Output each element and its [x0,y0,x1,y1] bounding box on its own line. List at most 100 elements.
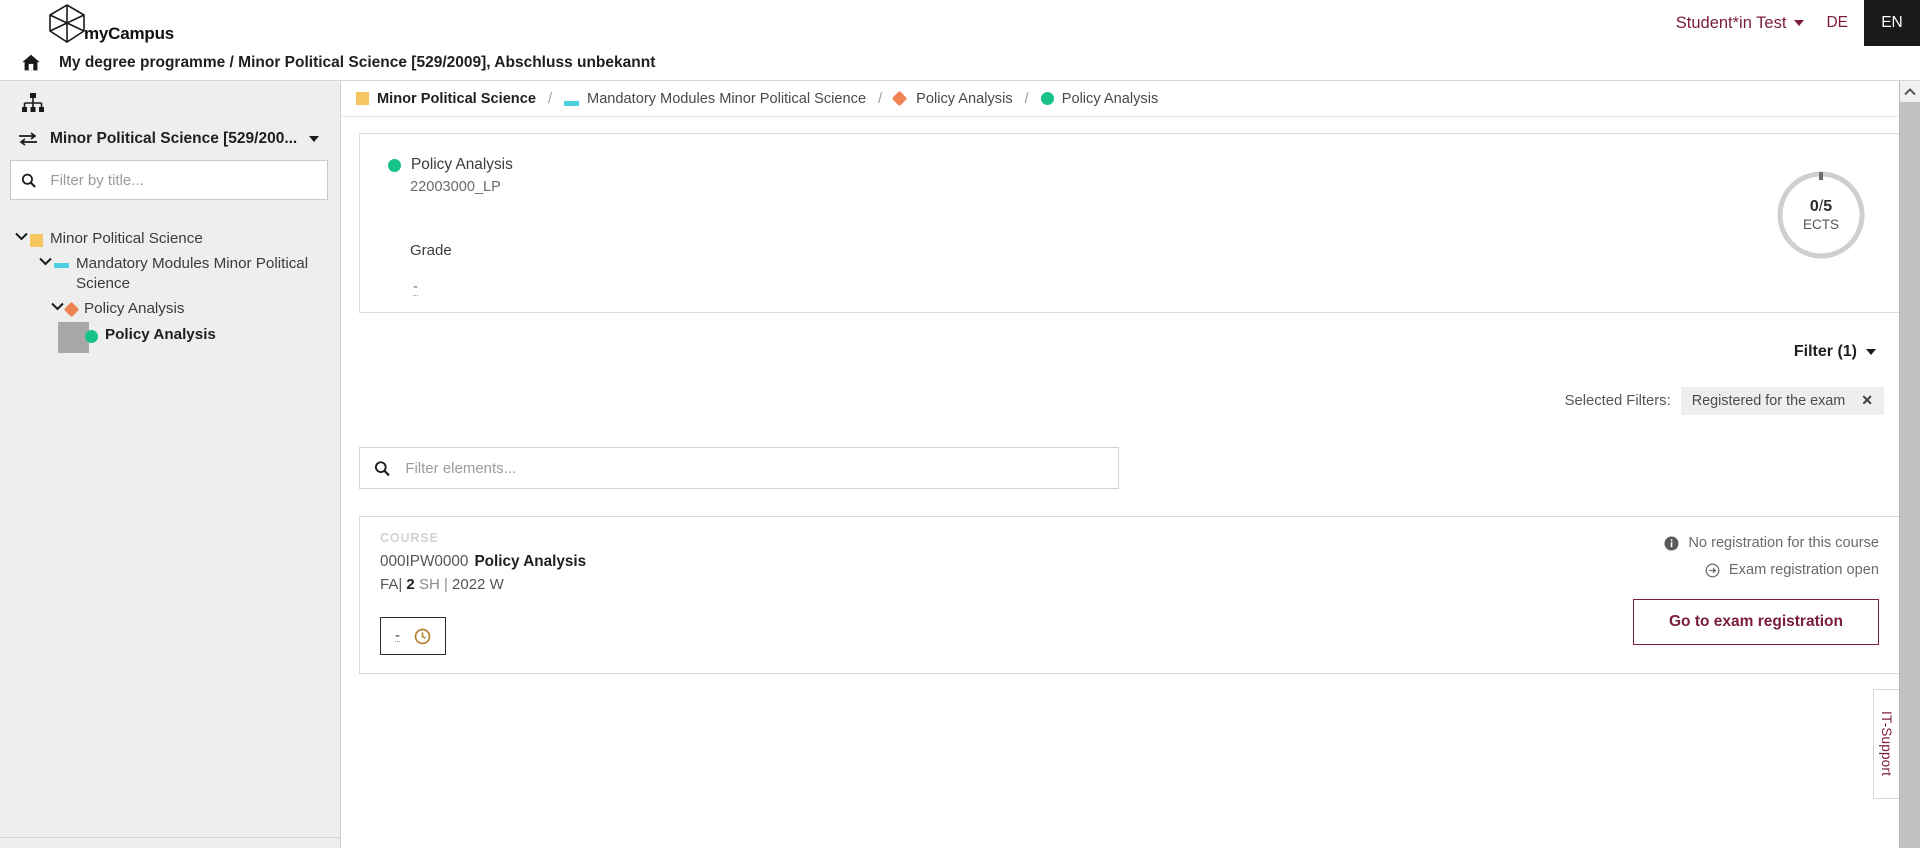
language-en-button[interactable]: EN [1864,0,1920,46]
programme-tree: Minor Political Science Mandatory Module… [0,226,340,837]
content-breadcrumb-item-3[interactable]: Policy Analysis [891,90,1013,107]
cyan-dash-icon [564,100,580,106]
course-card: COURSE 000IPW0000 Policy Analysis FA| 2 S… [359,516,1902,674]
content-breadcrumb-item-2[interactable]: Mandatory Modules Minor Political Scienc… [564,91,866,107]
close-icon[interactable]: ✕ [1861,392,1873,409]
arrow-right-circle-icon [1705,563,1720,577]
module-info-card: Policy Analysis 22003000_LP Grade - 0/5 … [359,133,1902,313]
search-icon [374,460,390,476]
yellow-square-icon [30,234,43,247]
tree-item-policy-analysis-course-selected[interactable]: Policy Analysis [0,321,340,353]
module-title: Policy Analysis [411,156,513,173]
tree-item-mandatory-modules[interactable]: Mandatory Modules Minor Political Scienc… [0,251,330,296]
course-meta-separator: | [443,576,448,593]
sidebar: Minor Political Science [529/200... Mino… [0,81,341,848]
course-meta-unit: SH [418,576,440,593]
course-card-left: COURSE 000IPW0000 Policy Analysis FA| 2 S… [380,531,1549,655]
sidebar-structure-button[interactable] [0,81,340,122]
tree-item-policy-analysis-module[interactable]: Policy Analysis [0,296,340,321]
chevron-down-icon[interactable] [12,232,30,241]
breadcrumb-separator: / [547,90,553,107]
content-breadcrumb-label: Policy Analysis [1061,90,1159,107]
language-de-button[interactable]: DE [1810,0,1864,46]
element-filter-input[interactable] [403,458,1104,478]
element-filter-field[interactable] [359,447,1119,489]
course-registration-status: No registration for this course [1664,535,1879,551]
it-support-label: IT-Support [1879,711,1894,777]
chevron-down-icon[interactable] [48,302,66,311]
main-content: Minor Political Science / Mandatory Modu… [341,81,1920,848]
module-code: 22003000_LP [410,179,501,195]
course-exam-status-label: Exam registration open [1728,562,1879,578]
filter-toggle-button[interactable]: Filter (1) [1794,343,1876,361]
top-header: myCampus Student*in Test DE EN [0,0,1920,46]
brand-name: myCampus [84,24,175,43]
swap-arrows-icon [19,132,37,146]
content-breadcrumb-label: Policy Analysis [916,90,1013,107]
ects-progress-ring: 0/5 ECTS [1775,169,1867,261]
chevron-down-icon [1794,20,1805,26]
green-dot-icon [85,329,98,343]
content-breadcrumb-label: Minor Political Science [377,90,536,107]
ects-ring-icon [1777,171,1865,259]
course-meta: FA| 2 SH | 2022 W [380,576,1549,593]
selected-filters-label: Selected Filters: [1564,393,1671,409]
sidebar-filter-field[interactable] [10,160,328,200]
org-tree-icon [22,93,44,112]
course-registration-status-label: No registration for this course [1688,535,1879,551]
home-icon[interactable] [20,52,42,74]
grade-label: Grade [410,242,452,259]
filter-row: Filter (1) [341,343,1876,361]
course-type-tag: COURSE [380,531,439,545]
page-layout: Minor Political Science [529/200... Mino… [0,81,1920,848]
course-card-right: No registration for this course Exam reg… [1549,531,1879,655]
chevron-up-icon [1904,87,1916,95]
course-grade-value: - [395,626,400,644]
chevron-down-icon [309,136,320,142]
chevron-down-icon[interactable] [36,257,54,266]
course-code: 000IPW0000 [380,553,469,570]
header-right-controls: Student*in Test DE EN [1670,0,1920,46]
sidebar-filter-input[interactable] [48,170,317,190]
scroll-up-button[interactable] [1899,81,1920,102]
course-grade-badge[interactable]: - [380,617,446,655]
user-menu-label: Student*in Test [1675,13,1787,32]
grade-value: - [413,278,418,296]
user-menu-button[interactable]: Student*in Test [1670,14,1811,33]
tree-item-label: Policy Analysis [105,325,216,343]
breadcrumb-separator: / [1024,90,1029,107]
content-breadcrumb-item-1[interactable]: Minor Political Science [356,91,536,107]
content-breadcrumb-label: Mandatory Modules Minor Political Scienc… [587,90,867,107]
breadcrumb: My degree programme / Minor Political Sc… [0,46,1920,81]
it-support-tab[interactable]: IT-Support [1873,689,1899,799]
green-dot-icon [388,158,401,172]
content-breadcrumb-item-4[interactable]: Policy Analysis [1040,90,1159,107]
info-icon [1664,536,1679,550]
filter-toggle-label: Filter (1) [1793,343,1857,360]
breadcrumb-separator: / [878,90,883,107]
sidebar-footer [0,837,340,848]
orange-diamond-icon [891,90,908,107]
filter-chip[interactable]: Registered for the exam ✕ [1680,387,1884,415]
selected-filters-row: Selected Filters: Registered for the exa… [341,387,1884,415]
filter-chip-label: Registered for the exam [1691,392,1846,409]
brand-logo-group[interactable]: myCampus [44,1,174,47]
chevron-down-icon [1866,349,1876,355]
clock-icon [414,628,431,644]
go-to-exam-registration-button[interactable]: Go to exam registration [1633,599,1879,645]
degree-programme-switcher[interactable]: Minor Political Science [529/200... [0,122,340,158]
course-name: Policy Analysis [474,553,587,570]
tree-item-label: Mandatory Modules Minor Political Scienc… [76,255,309,292]
content-breadcrumb: Minor Political Science / Mandatory Modu… [341,81,1920,117]
course-meta-term: 2022 W [452,576,504,593]
course-title-row: 000IPW0000 Policy Analysis [380,553,1549,571]
yellow-square-icon [356,92,369,105]
course-meta-type: FA| [380,576,403,593]
search-icon [21,173,36,188]
cyan-dash-icon [54,263,69,269]
tree-item-label: Policy Analysis [84,300,185,318]
module-title-row: Policy Analysis [388,156,1873,174]
tree-item-minor-political-science[interactable]: Minor Political Science [0,226,340,251]
tree-item-label: Minor Political Science [50,230,203,247]
vertical-scrollbar[interactable] [1899,81,1920,848]
